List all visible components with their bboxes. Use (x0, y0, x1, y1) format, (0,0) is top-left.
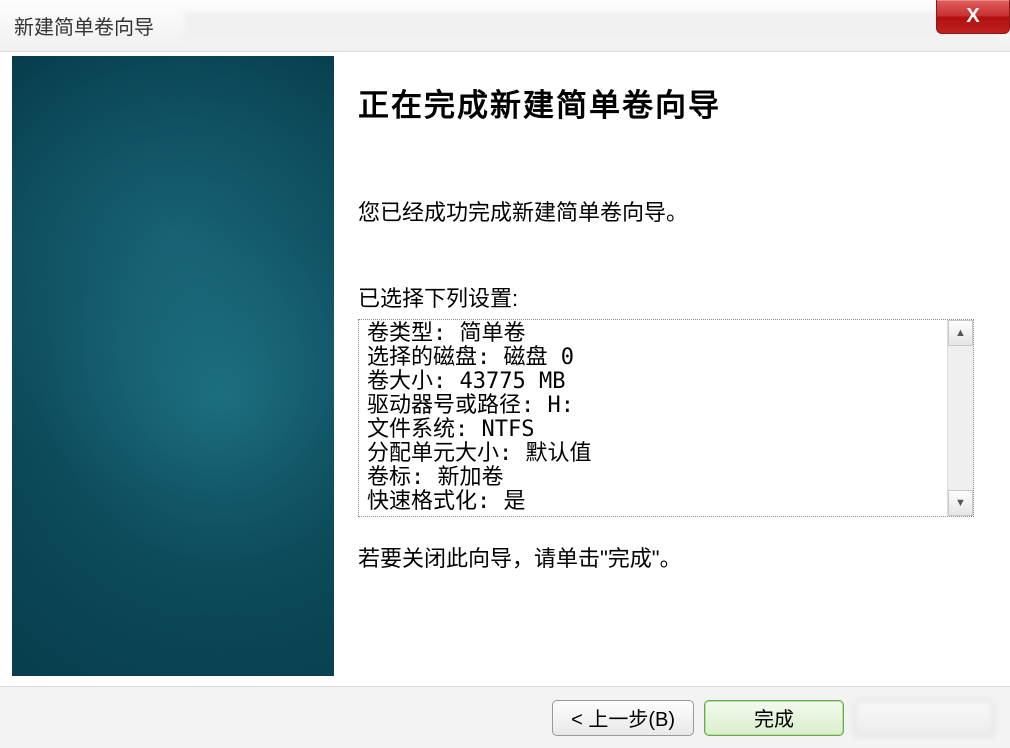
content-area: 正在完成新建简单卷向导 您已经成功完成新建简单卷向导。 已选择下列设置: 卷类型… (12, 56, 998, 676)
cancel-button[interactable] (854, 700, 994, 736)
chevron-up-icon: ▲ (955, 327, 966, 339)
settings-summary-box: 卷类型: 简单卷 选择的磁盘: 磁盘 0 卷大小: 43775 MB 驱动器号或… (358, 319, 974, 517)
scroll-up-button[interactable]: ▲ (948, 320, 973, 346)
settings-scrollbar[interactable]: ▲ ▼ (947, 320, 973, 516)
close-button[interactable]: X (936, 0, 1010, 34)
titlebar: 新建简单卷向导 X (0, 0, 1010, 52)
settings-label: 已选择下列设置: (358, 281, 974, 313)
wizard-window: 新建简单卷向导 X 正在完成新建简单卷向导 您已经成功完成新建简单卷向导。 已选… (0, 0, 1010, 748)
wizard-closing-text: 若要关闭此向导，请单击"完成"。 (358, 541, 974, 573)
chevron-down-icon: ▼ (955, 497, 966, 509)
close-icon: X (966, 5, 979, 28)
scroll-track[interactable] (948, 346, 973, 490)
window-title: 新建简单卷向导 (14, 11, 154, 40)
wizard-intro-text: 您已经成功完成新建简单卷向导。 (358, 195, 974, 227)
finish-button[interactable]: 完成 (704, 700, 844, 736)
settings-list[interactable]: 卷类型: 简单卷 选择的磁盘: 磁盘 0 卷大小: 43775 MB 驱动器号或… (359, 320, 947, 516)
back-button[interactable]: < 上一步(B) (552, 700, 694, 736)
titlebar-filler (184, 12, 996, 40)
scroll-down-button[interactable]: ▼ (948, 490, 973, 516)
wizard-side-graphic (12, 56, 334, 676)
wizard-heading: 正在完成新建简单卷向导 (358, 80, 974, 125)
button-bar: < 上一步(B) 完成 (0, 686, 1010, 748)
wizard-main-panel: 正在完成新建简单卷向导 您已经成功完成新建简单卷向导。 已选择下列设置: 卷类型… (334, 56, 998, 676)
